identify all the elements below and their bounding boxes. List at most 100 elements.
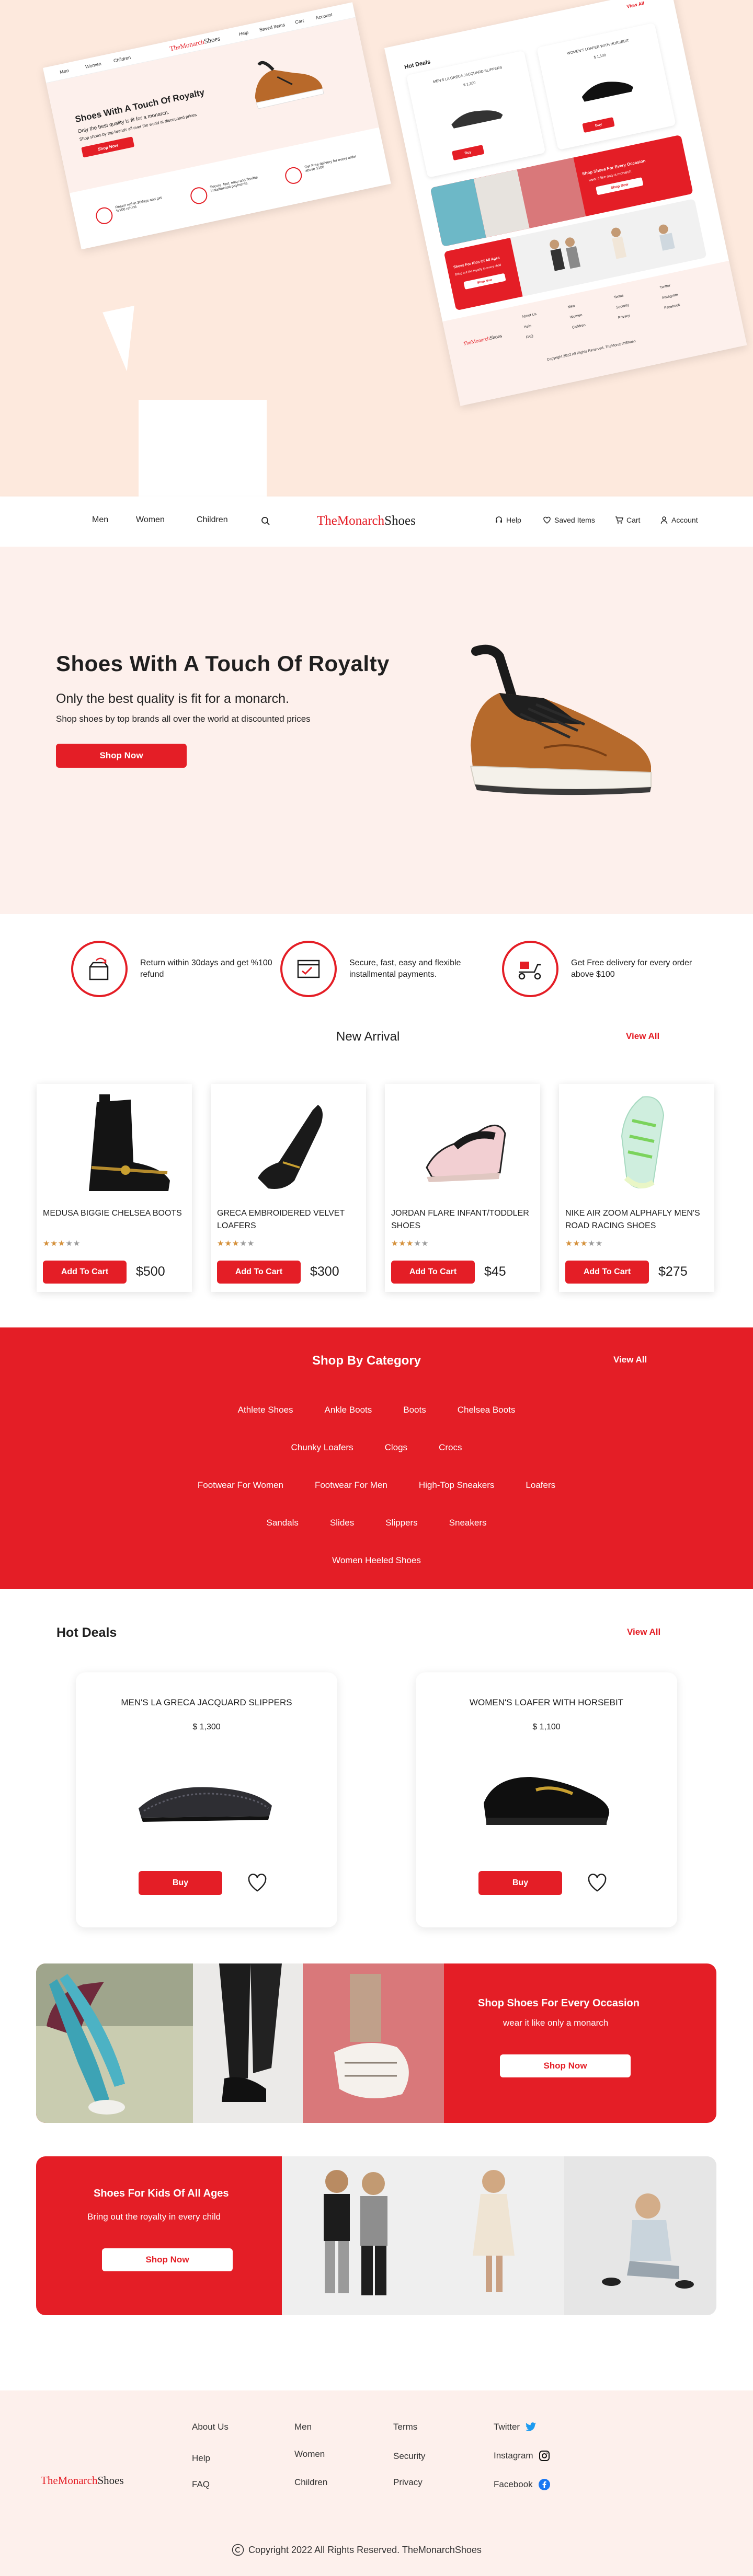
instagram-label: Instagram — [494, 2451, 533, 2461]
feature-refund: Return within 30days and get %100 refund — [71, 941, 281, 997]
deal-card[interactable]: MEN'S LA GRECA JACQUARD SLIPPERS $ 1,300… — [76, 1672, 337, 1927]
twitter-label: Twitter — [494, 2422, 520, 2432]
occasion-shop-now-button[interactable]: Shop Now — [500, 2054, 631, 2077]
delivery-scooter-icon — [502, 941, 558, 997]
mockup-footer-security: Security — [615, 303, 630, 310]
nav-women[interactable]: Women — [136, 515, 165, 525]
category-boots[interactable]: Boots — [387, 1405, 441, 1415]
mockup-slipper-image — [451, 110, 503, 129]
new-arrival-view-all[interactable]: View All — [626, 1031, 659, 1042]
product-image-velvet-loafer — [258, 1105, 323, 1189]
product-price: $500 — [136, 1264, 165, 1279]
help-link[interactable]: Help — [495, 516, 521, 524]
footer-faq[interactable]: FAQ — [192, 2479, 210, 2490]
nav-children[interactable]: Children — [197, 515, 228, 525]
category-view-all[interactable]: View All — [613, 1355, 647, 1365]
product-rating: ★★★★★ — [43, 1239, 81, 1248]
site-logo[interactable]: TheMonarchShoes — [317, 514, 416, 528]
category-row-1: Athlete Shoes Ankle Boots Boots Chelsea … — [0, 1405, 753, 1415]
nav-men[interactable]: Men — [92, 515, 108, 525]
footer-help[interactable]: Help — [192, 2453, 210, 2464]
cart-link[interactable]: Cart — [615, 516, 640, 524]
product-name: NIKE AIR ZOOM ALPHAFLY MEN'S ROAD RACING… — [565, 1209, 700, 1230]
mockup-sneaker-image — [255, 61, 324, 109]
category-row-3: Footwear For Women Footwear For Men High… — [0, 1480, 753, 1491]
category-footwear-men[interactable]: Footwear For Men — [299, 1480, 403, 1491]
mockup-footer-help: Help — [523, 324, 532, 330]
footer-children[interactable]: Children — [294, 2477, 327, 2488]
product-rating: ★★★★★ — [217, 1239, 255, 1248]
category-sneakers[interactable]: Sneakers — [433, 1518, 503, 1528]
category-ankle-boots[interactable]: Ankle Boots — [309, 1405, 388, 1415]
help-label: Help — [506, 516, 521, 524]
footer-women[interactable]: Women — [294, 2449, 325, 2459]
category-women-heeled[interactable]: Women Heeled Shoes — [316, 1555, 437, 1566]
deal-price: $ 1,100 — [532, 1723, 561, 1731]
deal-price: $ 1,300 — [192, 1723, 221, 1731]
footer-men[interactable]: Men — [294, 2422, 312, 2432]
mockup-view-all: View All — [626, 0, 645, 9]
add-to-cart-button[interactable]: Add To Cart — [565, 1261, 649, 1284]
category-crocs[interactable]: Crocs — [423, 1442, 477, 1453]
product-image-chelsea-boot — [89, 1094, 170, 1191]
category-sandals[interactable]: Sandals — [251, 1518, 314, 1528]
mockup-occasion-photo-3 — [517, 157, 586, 228]
mockup-delivery-icon — [283, 165, 304, 186]
add-to-cart-button[interactable]: Add To Cart — [391, 1261, 475, 1284]
occasion-photo-tights — [36, 1963, 193, 2123]
heart-icon — [543, 516, 551, 524]
feature-payment: Secure, fast, easy and flexible installm… — [280, 941, 490, 997]
product-card[interactable]: MEDUSA BIGGIE CHELSEA BOOTS ★★★★★ Add To… — [37, 1084, 192, 1292]
footer-privacy[interactable]: Privacy — [393, 2477, 423, 2488]
product-price: $300 — [310, 1264, 339, 1279]
category-title: Shop By Category — [312, 1354, 421, 1368]
site-header: Men Women Children TheMonarchShoes Help … — [0, 496, 753, 547]
deal-buy-button[interactable]: Buy — [478, 1871, 562, 1895]
category-chunky-loafers[interactable]: Chunky Loafers — [276, 1442, 369, 1453]
footer-facebook[interactable]: Facebook — [494, 2478, 551, 2491]
saved-items-link[interactable]: Saved Items — [543, 516, 595, 524]
category-high-top-sneakers[interactable]: High-Top Sneakers — [403, 1480, 510, 1491]
mockup-deal-card-1: MEN'S LA GRECA JACQUARD SLIPPERS $ 1,300… — [406, 51, 546, 178]
mockup-footer-twitter: Twitter — [659, 284, 671, 290]
footer-terms[interactable]: Terms — [393, 2422, 417, 2432]
footer-instagram[interactable]: Instagram — [494, 2450, 550, 2462]
product-card[interactable]: JORDAN FLARE INFANT/TODDLER SHOES ★★★★★ … — [385, 1084, 540, 1292]
search-icon[interactable] — [261, 516, 270, 526]
hero-subtitle: Only the best quality is fit for a monar… — [56, 691, 290, 706]
add-to-cart-button[interactable]: Add To Cart — [217, 1261, 301, 1284]
footer-logo[interactable]: TheMonarchShoes — [41, 2474, 124, 2487]
hot-deals-view-all[interactable]: View All — [627, 1627, 660, 1637]
mockup-feature-1: Return within 30days and get %100 refund — [115, 196, 163, 213]
mockup-buy-1: Buy — [451, 145, 485, 161]
category-slippers[interactable]: Slippers — [370, 1518, 433, 1528]
category-loafers[interactable]: Loafers — [510, 1480, 571, 1491]
category-clogs[interactable]: Clogs — [369, 1442, 423, 1453]
wishlist-heart-icon[interactable] — [587, 1874, 607, 1892]
footer-about-us[interactable]: About Us — [192, 2422, 229, 2432]
kids-shop-now-button[interactable]: Shop Now — [102, 2248, 233, 2271]
site-footer: TheMonarchShoes About Us Help FAQ Men Wo… — [0, 2390, 753, 2576]
category-footwear-women[interactable]: Footwear For Women — [182, 1480, 299, 1491]
cart-icon — [615, 516, 623, 524]
account-link[interactable]: Account — [660, 516, 698, 524]
deal-buy-button[interactable]: Buy — [139, 1871, 222, 1895]
copyright-text: Copyright 2022 All Rights Reserved. TheM… — [248, 2544, 482, 2555]
payment-form-icon — [280, 941, 337, 997]
product-name: JORDAN FLARE INFANT/TODDLER SHOES — [391, 1209, 529, 1230]
kids-red-panel — [36, 2156, 282, 2315]
product-image-racing-shoe — [621, 1096, 665, 1188]
category-slides[interactable]: Slides — [314, 1518, 370, 1528]
category-chelsea-boots[interactable]: Chelsea Boots — [442, 1405, 531, 1415]
add-to-cart-button[interactable]: Add To Cart — [43, 1261, 127, 1284]
deal-card[interactable]: WOMEN'S LOAFER WITH HORSEBIT $ 1,100 Buy — [416, 1672, 677, 1927]
footer-twitter[interactable]: Twitter — [494, 2422, 537, 2432]
product-card[interactable]: GRECA EMBROIDERED VELVET LOAFERS ★★★★★ A… — [211, 1084, 366, 1292]
shop-now-button[interactable]: Shop Now — [56, 744, 187, 768]
mockup-banner: Men Women Children TheMonarchShoes Help … — [0, 0, 753, 496]
wishlist-heart-icon[interactable] — [247, 1874, 267, 1892]
category-athlete-shoes[interactable]: Athlete Shoes — [222, 1405, 309, 1415]
product-card[interactable]: NIKE AIR ZOOM ALPHAFLY MEN'S ROAD RACING… — [559, 1084, 714, 1292]
footer-security[interactable]: Security — [393, 2451, 425, 2462]
mockup-homepage-card: Men Women Children TheMonarchShoes Help … — [43, 2, 391, 250]
